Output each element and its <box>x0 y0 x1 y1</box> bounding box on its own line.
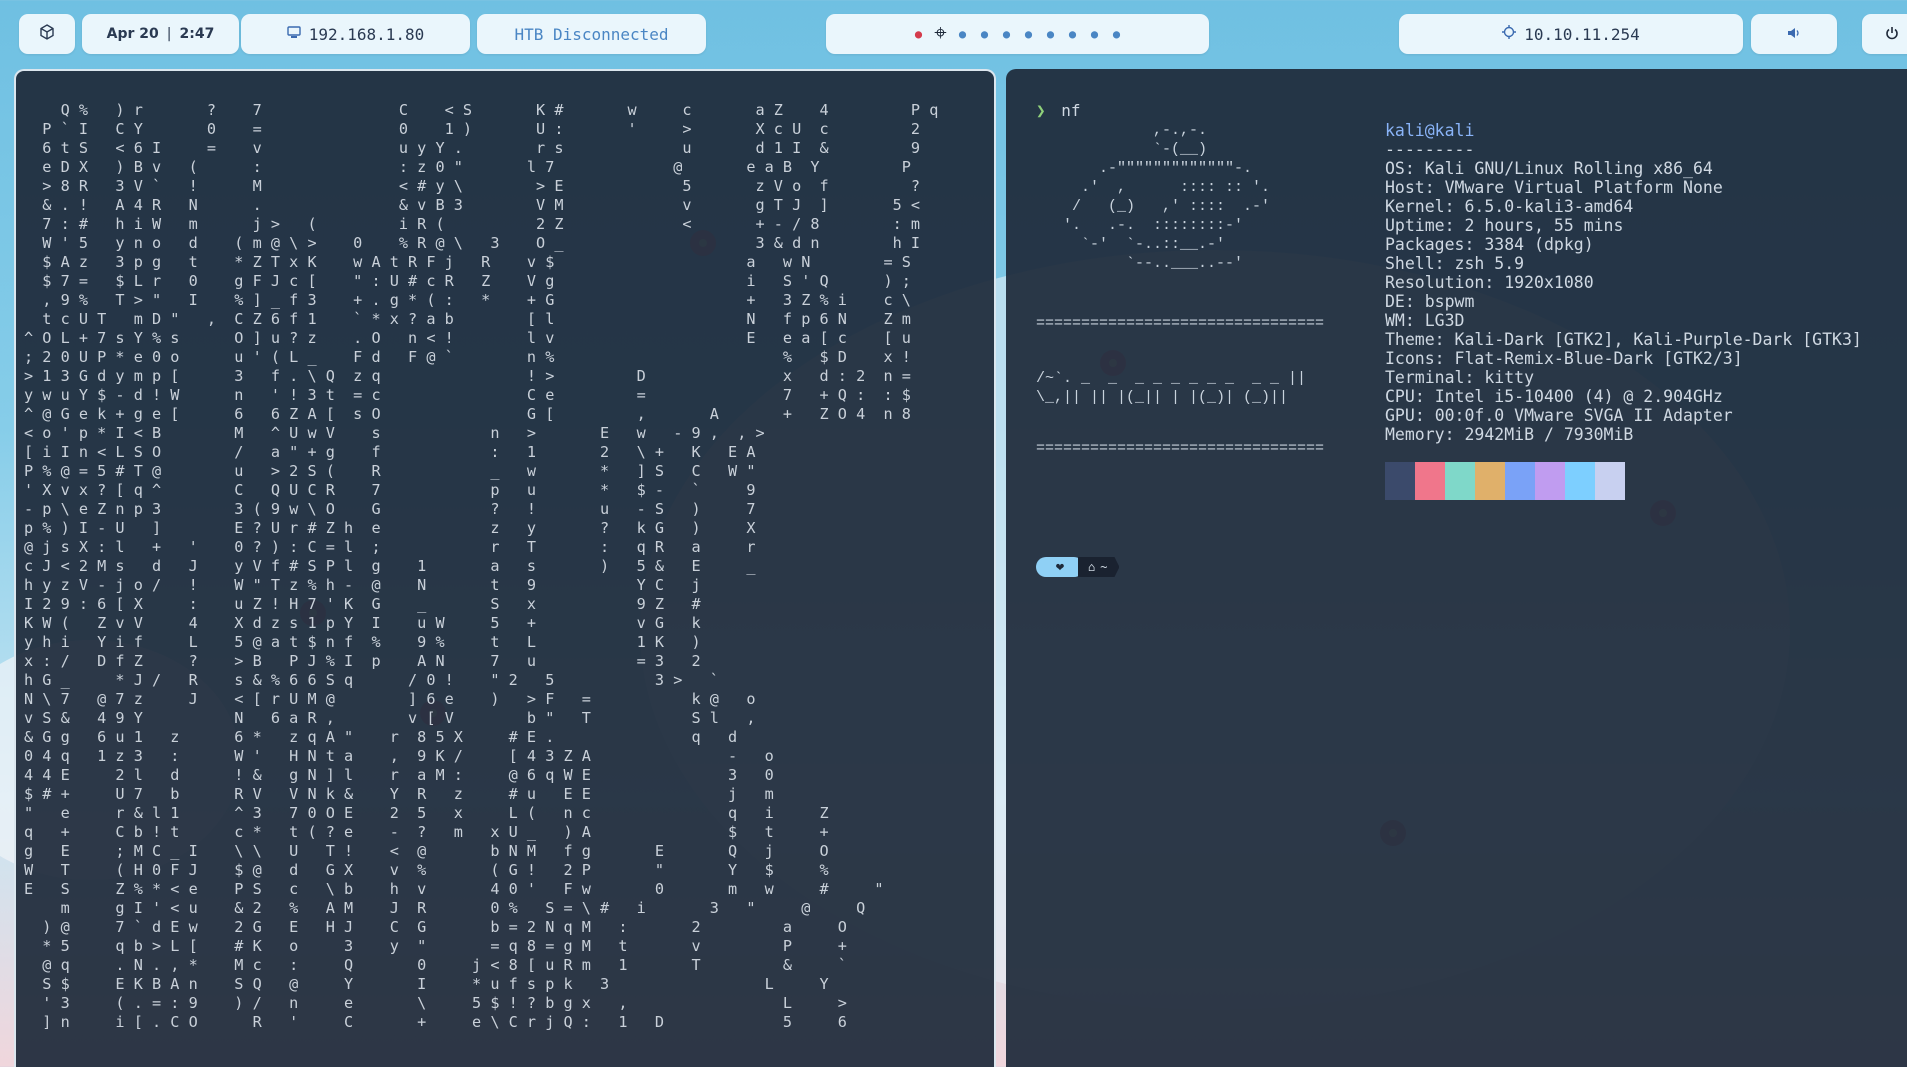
target-icon <box>1502 25 1517 43</box>
clock-separator: | <box>166 26 172 42</box>
color-swatch <box>1505 462 1535 500</box>
info-cpu: CPU: Intel i5-10400 (4) @ 2.904GHz <box>1385 387 1723 406</box>
color-swatch <box>1565 462 1595 500</box>
launcher-button[interactable] <box>19 14 75 54</box>
power-icon <box>1885 25 1899 44</box>
cube-icon <box>39 24 55 44</box>
workspace-9[interactable]: ● <box>1084 14 1106 54</box>
info-shell: Shell: zsh 5.9 <box>1385 254 1525 273</box>
color-swatch <box>1385 462 1415 500</box>
info-kernel: Kernel: 6.5.0-kali3-amd64 <box>1385 197 1634 216</box>
info-separator: --------- <box>1385 140 1475 159</box>
lan-ip: 192.168.1.80 <box>308 24 425 44</box>
home-icon: ⌂ <box>1088 560 1096 574</box>
ascii-banner-line-1: /~`. _ _ _ _ _ _ _ _ _ _ || <box>1036 370 1307 387</box>
terminal-window-neofetch[interactable]: ❯ nf ,-.,-. `-(__) .-"""""""""""""-. .' … <box>1006 69 1907 1067</box>
system-info: kali@kali --------- OS: Kali GNU/Linux R… <box>1385 121 1862 444</box>
workspace-6[interactable]: ● <box>1018 14 1040 54</box>
color-swatch <box>1445 462 1475 500</box>
terminal-window-matrix[interactable]: Q % ) r ? 7 C < S K # w c a Z 4 P q P ` … <box>14 69 996 1067</box>
workspace-3[interactable]: ● <box>952 14 974 54</box>
info-memory: Memory: 2942MiB / 7930MiB <box>1385 425 1634 444</box>
prompt-path-text: ~ <box>1100 560 1108 574</box>
color-swatch <box>1475 462 1505 500</box>
color-palette <box>1385 462 1625 500</box>
ascii-mascot: ,-.,-. `-(__) .-"""""""""""""-. .' , :::… <box>1063 122 1271 272</box>
matrix-output: Q % ) r ? 7 C < S K # w c a Z 4 P q P ` … <box>24 101 939 1031</box>
workspace-2-active[interactable]: ⌖ <box>930 14 952 54</box>
shell-prompt-pill: ❤ ⌂ ~ <box>1036 557 1120 577</box>
prompt-symbol: ❯ <box>1036 101 1046 120</box>
workspace-10[interactable]: ● <box>1106 14 1128 54</box>
workspace-7[interactable]: ● <box>1040 14 1062 54</box>
color-swatch <box>1415 462 1445 500</box>
clock-time: 2:47 <box>179 26 215 42</box>
info-icons: Icons: Flat-Remix-Blue-Dark [GTK2/3] <box>1385 349 1743 368</box>
workspace-8[interactable]: ● <box>1062 14 1084 54</box>
lan-ip-widget[interactable]: 192.168.1.80 <box>241 14 470 54</box>
info-resolution: Resolution: 1920x1080 <box>1385 273 1594 292</box>
power-button[interactable] <box>1862 14 1907 54</box>
info-packages: Packages: 3384 (dpkg) <box>1385 235 1594 254</box>
htb-status: HTB Disconnected <box>514 24 669 44</box>
volume-icon <box>1787 25 1801 44</box>
prompt-path: ⌂ ~ <box>1078 557 1120 577</box>
vpn-ip-widget[interactable]: 10.10.11.254 <box>1399 14 1743 54</box>
vpn-ip: 10.10.11.254 <box>1524 24 1640 44</box>
info-gpu: GPU: 00:0f.0 VMware SVGA II Adapter <box>1385 406 1733 425</box>
clock[interactable]: Apr 20 | 2:47 <box>82 14 239 54</box>
network-icon <box>287 25 301 43</box>
workspace-1[interactable]: ● <box>908 14 930 54</box>
workspace-5[interactable]: ● <box>996 14 1018 54</box>
color-swatch <box>1535 462 1565 500</box>
ascii-rule-bottom: ================================ <box>1036 440 1325 457</box>
info-terminal: Terminal: kitty <box>1385 368 1535 387</box>
workspace-4[interactable]: ● <box>974 14 996 54</box>
heart-icon: ❤ <box>1036 557 1084 577</box>
user-host: kali@kali <box>1385 121 1475 140</box>
clock-date: Apr 20 <box>106 26 159 42</box>
volume-button[interactable] <box>1751 14 1837 54</box>
htb-status-widget[interactable]: HTB Disconnected <box>477 14 706 54</box>
info-os: OS: Kali GNU/Linux Rolling x86_64 <box>1385 159 1713 178</box>
ascii-rule-top: ================================ <box>1036 315 1325 332</box>
color-swatch <box>1595 462 1625 500</box>
info-host: Host: VMware Virtual Platform None <box>1385 178 1723 197</box>
workspace-switcher: ● ⌖ ● ● ● ● ● ● ● ● <box>826 14 1209 54</box>
info-de: DE: bspwm <box>1385 292 1475 311</box>
info-wm: WM: LG3D <box>1385 311 1465 330</box>
info-uptime: Uptime: 2 hours, 55 mins <box>1385 216 1624 235</box>
command-text: nf <box>1061 101 1081 120</box>
command-prompt: ❯ nf <box>1036 101 1081 120</box>
ascii-banner-line-2: \_,|| || |(_|| | |(_)| (_)|| <box>1036 389 1289 406</box>
info-theme: Theme: Kali-Dark [GTK2], Kali-Purple-Dar… <box>1385 330 1862 349</box>
